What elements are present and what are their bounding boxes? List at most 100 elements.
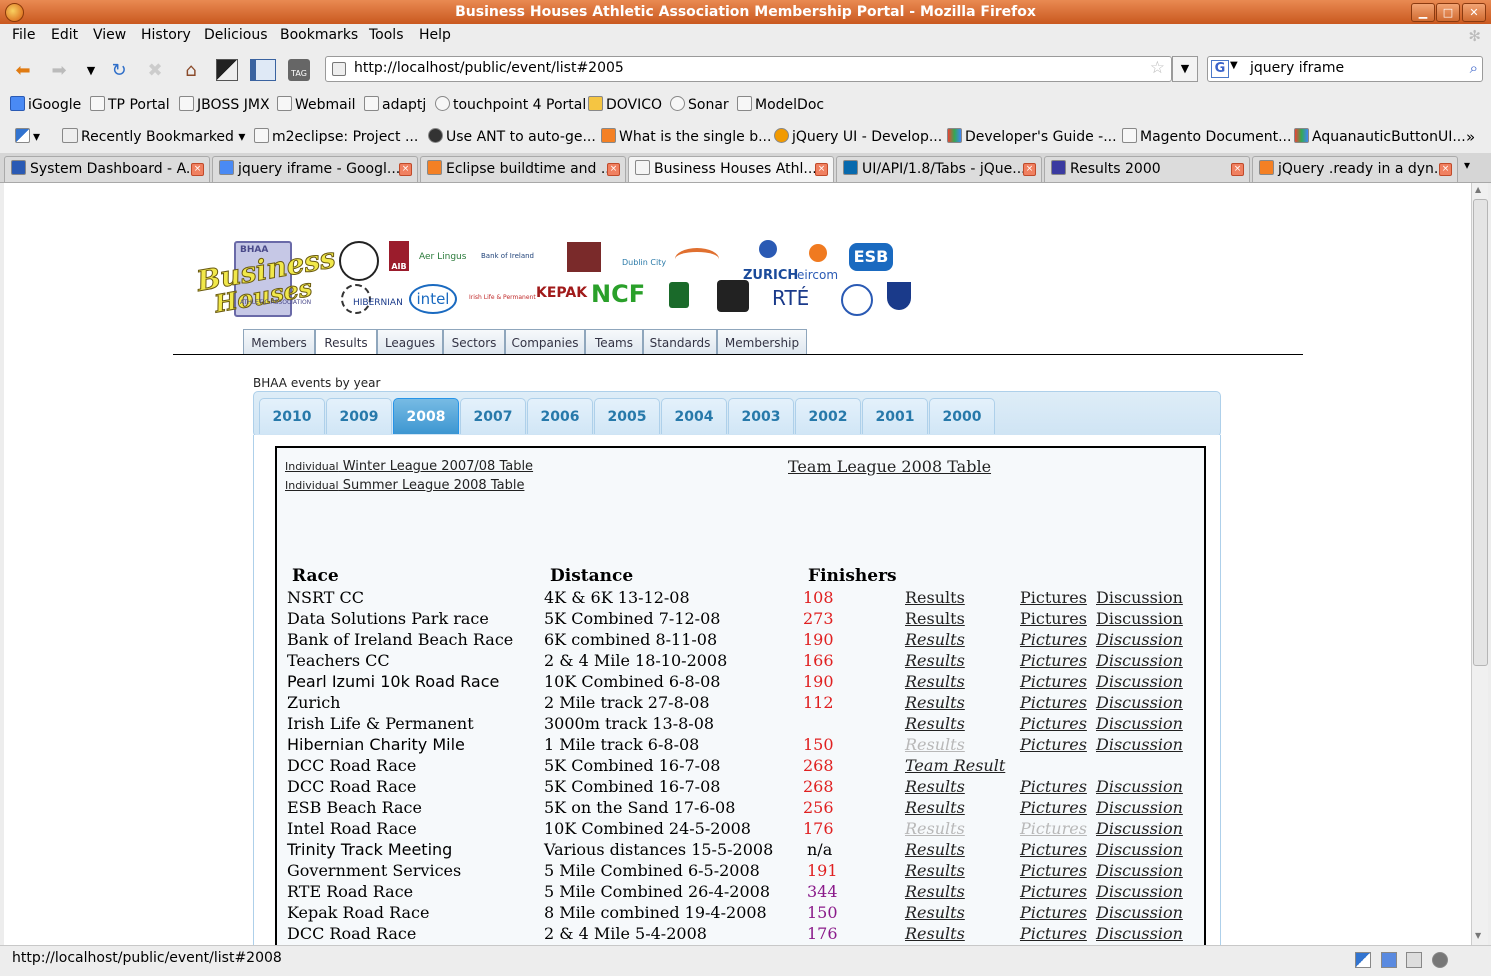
results-link[interactable]: Results	[905, 882, 965, 901]
bookmark-adaptj[interactable]: adaptj	[364, 96, 426, 113]
back-icon[interactable]: ⬅	[10, 57, 36, 83]
close-window-button[interactable]: ✕	[1462, 3, 1486, 22]
tab-year-2008[interactable]: 2008	[393, 398, 459, 434]
pictures-link[interactable]: Pictures	[1020, 903, 1087, 922]
pictures-link[interactable]: Pictures	[1020, 777, 1087, 796]
scrollbar-thumb[interactable]	[1473, 199, 1488, 666]
search-icon[interactable]: ⌕	[1470, 59, 1478, 77]
bookmark-sonar[interactable]: Sonar	[670, 96, 729, 113]
bookmark-tp-portal[interactable]: TP Portal	[90, 96, 170, 113]
tab-year-2005[interactable]: 2005	[594, 398, 660, 434]
menu-edit[interactable]: Edit	[51, 27, 78, 43]
discussion-link[interactable]: Discussion	[1096, 861, 1183, 880]
delicious-menu[interactable]: ▾	[15, 128, 40, 145]
snowflake-icon[interactable]	[1380, 952, 1397, 968]
scroll-up-icon[interactable]: ▲	[1475, 185, 1481, 194]
discussion-link[interactable]: Discussion	[1096, 924, 1183, 943]
menu-file[interactable]: File	[12, 27, 35, 43]
bookmark-magento[interactable]: Magento Document...	[1122, 128, 1291, 145]
pictures-link[interactable]: Pictures	[1020, 714, 1087, 733]
tab-results-2000[interactable]: Results 2000 ×	[1044, 156, 1250, 182]
tab-year-2002[interactable]: 2002	[795, 398, 861, 434]
minimize-button[interactable]: ▁	[1411, 3, 1435, 22]
sidebar-toggle-icon[interactable]	[250, 57, 276, 83]
tab-eclipse-buildtime[interactable]: Eclipse buildtime and ... ×	[420, 156, 626, 182]
tab-jquery-ready[interactable]: jQuery .ready in a dyn... ×	[1252, 156, 1458, 182]
pictures-link[interactable]: Pictures	[1020, 861, 1087, 880]
nav-companies[interactable]: Companies	[505, 329, 585, 355]
menu-view[interactable]: View	[93, 27, 126, 43]
url-dropdown-icon[interactable]: ▼	[1172, 56, 1198, 82]
nav-standards[interactable]: Standards	[643, 329, 717, 355]
tab-year-2000[interactable]: 2000	[929, 398, 995, 434]
nav-results[interactable]: Results	[315, 329, 377, 355]
close-tab-icon[interactable]: ×	[1439, 163, 1452, 176]
pictures-link[interactable]: Pictures	[1020, 609, 1087, 628]
close-tab-icon[interactable]: ×	[399, 163, 412, 176]
bookmark-developers-guide[interactable]: Developer's Guide -...	[947, 128, 1117, 145]
tab-year-2010[interactable]: 2010	[259, 398, 325, 434]
google-engine-icon[interactable]: G	[1211, 60, 1229, 78]
team-league-link[interactable]: Team League 2008 Table	[788, 457, 991, 476]
bookmark-use-ant[interactable]: Use ANT to auto-ge...	[428, 128, 596, 145]
results-link[interactable]: Results	[905, 903, 965, 922]
team-result-link[interactable]: Team Result	[905, 756, 1005, 775]
bookmark-star-icon[interactable]: ☆	[1150, 58, 1165, 78]
firebug-icon[interactable]	[1431, 952, 1448, 968]
history-dropdown-icon[interactable]: ▼	[78, 57, 104, 83]
results-link[interactable]: Results	[905, 651, 965, 670]
close-tab-icon[interactable]: ×	[607, 163, 620, 176]
pictures-link[interactable]: Pictures	[1020, 819, 1087, 838]
pictures-link[interactable]: Pictures	[1020, 672, 1087, 691]
tab-system-dashboard[interactable]: System Dashboard - A... ×	[4, 156, 210, 182]
discussion-link[interactable]: Discussion	[1096, 588, 1183, 607]
bookmark-toolbar-icon[interactable]	[214, 57, 240, 83]
search-bar[interactable]: G ▼ jquery iframe ⌕	[1207, 56, 1483, 82]
summer-league-link[interactable]: Individual Summer League 2008 Table	[285, 478, 524, 493]
pictures-link[interactable]: Pictures	[1020, 798, 1087, 817]
discussion-link[interactable]: Discussion	[1096, 714, 1183, 733]
bookmark-aquanautic[interactable]: AquanauticButtonUI...	[1294, 128, 1466, 145]
tab-jquery-iframe[interactable]: jquery iframe - Googl... ×	[212, 156, 418, 182]
results-link[interactable]: Results	[905, 630, 965, 649]
results-link[interactable]: Results	[905, 819, 965, 838]
stop-icon[interactable]: ✖	[142, 57, 168, 83]
menu-history[interactable]: History	[141, 27, 191, 43]
menu-delicious[interactable]: Delicious	[204, 27, 268, 43]
scroll-down-icon[interactable]: ▼	[1475, 931, 1481, 940]
results-link[interactable]: Results	[905, 693, 965, 712]
tab-year-2001[interactable]: 2001	[862, 398, 928, 434]
tab-year-2006[interactable]: 2006	[527, 398, 593, 434]
bookmark-m2eclipse[interactable]: m2eclipse: Project ...	[254, 128, 418, 145]
vertical-scrollbar[interactable]: ▲ ▼	[1471, 183, 1488, 945]
discussion-link[interactable]: Discussion	[1096, 840, 1183, 859]
maximize-button[interactable]: □	[1436, 3, 1460, 22]
nav-teams[interactable]: Teams	[585, 329, 643, 355]
tab-year-2007[interactable]: 2007	[460, 398, 526, 434]
bookmark-jboss-jmx[interactable]: JBOSS JMX	[179, 96, 270, 113]
results-link[interactable]: Results	[905, 714, 965, 733]
discussion-link[interactable]: Discussion	[1096, 903, 1183, 922]
discussion-link[interactable]: Discussion	[1096, 735, 1183, 754]
list-all-tabs-icon[interactable]: ▾	[1464, 158, 1470, 172]
bookmark-modeldoc[interactable]: ModelDoc	[737, 96, 824, 113]
pictures-link[interactable]: Pictures	[1020, 693, 1087, 712]
tab-business-houses[interactable]: Business Houses Athl... ×	[628, 156, 834, 182]
url-bar[interactable]: http://localhost/public/event/list#2005 …	[325, 56, 1172, 82]
tab-year-2004[interactable]: 2004	[661, 398, 727, 434]
discussion-link[interactable]: Discussion	[1096, 693, 1183, 712]
discussion-link[interactable]: Discussion	[1096, 819, 1183, 838]
tag-icon[interactable]: TAG	[286, 57, 312, 83]
close-tab-icon[interactable]: ×	[191, 163, 204, 176]
more-bookmarks-chevron-icon[interactable]: »	[1466, 128, 1475, 146]
discussion-link[interactable]: Discussion	[1096, 798, 1183, 817]
discussion-link[interactable]: Discussion	[1096, 630, 1183, 649]
menu-help[interactable]: Help	[419, 27, 451, 43]
discussion-link[interactable]: Discussion	[1096, 609, 1183, 628]
pictures-link[interactable]: Pictures	[1020, 735, 1087, 754]
mail-icon[interactable]	[1406, 952, 1423, 968]
nav-sectors[interactable]: Sectors	[443, 329, 505, 355]
pictures-link[interactable]: Pictures	[1020, 924, 1087, 943]
bookmark-recently-bookmarked[interactable]: Recently Bookmarked ▾	[62, 128, 245, 145]
tab-year-2003[interactable]: 2003	[728, 398, 794, 434]
